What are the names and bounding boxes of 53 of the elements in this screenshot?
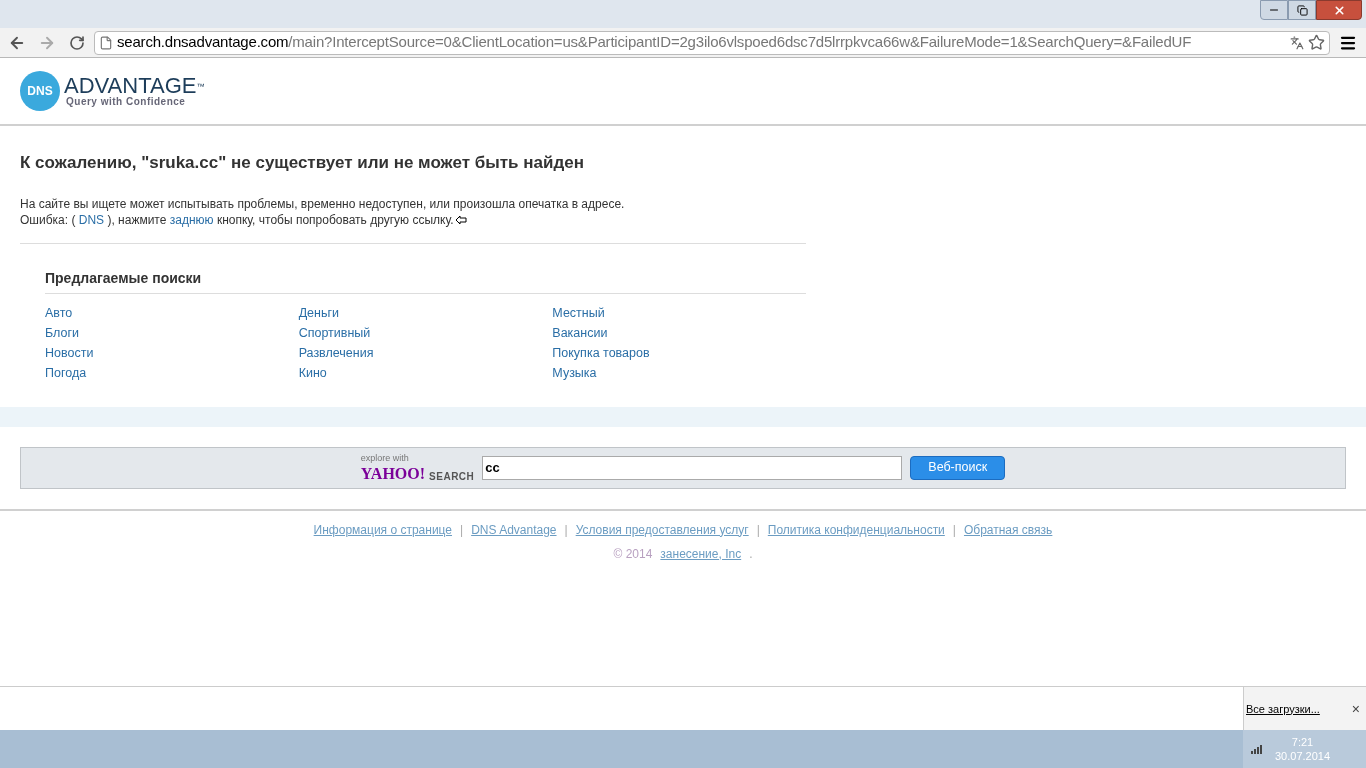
suggestion-link[interactable]: Развлечения [298, 342, 374, 363]
error-message: На сайте вы ищете может испытывать проблемы, временно недоступен, или произошла опечатка в адресе. [20, 195, 626, 212]
all-downloads-link[interactable]: Все загрузки... [1246, 700, 1320, 718]
footer-link[interactable]: Политика конфиденциальности [767, 520, 945, 539]
suggestion-link[interactable]: Местный [552, 302, 605, 323]
clock-time: 7:21 [1291, 735, 1314, 749]
signal-icon [1251, 744, 1265, 754]
separator: | [952, 521, 956, 539]
yahoo-logo: YAHOO! [360, 465, 426, 482]
suggestion-link[interactable]: Блоги [45, 322, 79, 343]
text-link[interactable]: заднюю [169, 212, 214, 227]
restore-button[interactable] [1288, 0, 1316, 20]
restore-icon [1296, 4, 1308, 16]
text-link[interactable]: DNS [78, 212, 105, 227]
reload-icon [69, 34, 85, 51]
explore-with-label: explore with [360, 453, 410, 463]
separator: | [756, 521, 760, 539]
url-text: search.dnsadvantage.com/main?InterceptSource=0&ClientLocation=us&ParticipantID=2g3ilo6vlspoed6dsc7d5lrrpkvca66w&FailureMode=1&SearchQuery=&FailedUF [117, 32, 1193, 53]
suggestion-link[interactable]: Деньги [298, 302, 340, 323]
suggestion-link[interactable]: Вакансии [552, 322, 608, 343]
search-input[interactable]: cc [482, 455, 903, 480]
suggestion-link[interactable]: Кино [298, 362, 327, 383]
company-link[interactable]: занесение, Inc [660, 544, 742, 563]
minimize-button[interactable] [1260, 0, 1288, 20]
suggestion-link[interactable]: Новости [45, 342, 94, 363]
web-search-button[interactable]: Веб-поиск [910, 455, 1006, 480]
suggestion-link[interactable]: Погода [45, 362, 87, 383]
bookmark-star-icon[interactable] [1308, 34, 1325, 51]
close-downloads-button[interactable]: × [1347, 698, 1364, 720]
copyright-text: © 2014 [613, 545, 653, 563]
translate-icon[interactable] [1290, 35, 1304, 50]
footer-link[interactable]: Обратная связь [963, 520, 1053, 539]
separator: | [460, 521, 464, 539]
footer-link[interactable]: Информация о странице [313, 520, 452, 539]
error-heading: К сожалению, "sruka.cc" не существует или не может быть найден [20, 152, 585, 174]
period-text: . [749, 545, 753, 563]
address-bar[interactable]: search.dnsadvantage.com/main?InterceptSource=0&ClientLocation=us&ParticipantID=2g3ilo6vlspoed6dsc7d5lrrpkvca66w&FailureMode=1&SearchQuery=&FailedUF [94, 30, 1330, 55]
clock-date: 30.07.2014 [1275, 749, 1331, 763]
dns-advantage-logo: DNS ADVANTAGE$^{™}$ Query with Confidence [20, 71, 205, 111]
close-icon [1332, 3, 1346, 17]
error-detail: Ошибка: ( DNS ), нажмите заднюю кнопку, чтобы попробовать другую ссылку. [20, 211, 454, 228]
close-button[interactable] [1316, 0, 1362, 20]
suggestion-link[interactable]: Музыка [552, 362, 597, 383]
suggestions-title: Предлагаемые поиски [45, 267, 806, 294]
left-arrow-icon [454, 214, 467, 225]
footer-link[interactable]: Условия предоставления услуг [575, 520, 749, 539]
suggestion-link[interactable]: Спортивный [298, 322, 371, 343]
page-icon [99, 35, 113, 50]
footer-link[interactable]: DNS Advantage [471, 520, 557, 539]
suggestion-link[interactable]: Покупка товаров [552, 342, 650, 363]
separator: | [564, 521, 568, 539]
search-label: SEARCH [429, 471, 475, 482]
suggestion-link[interactable]: Авто [45, 302, 73, 323]
